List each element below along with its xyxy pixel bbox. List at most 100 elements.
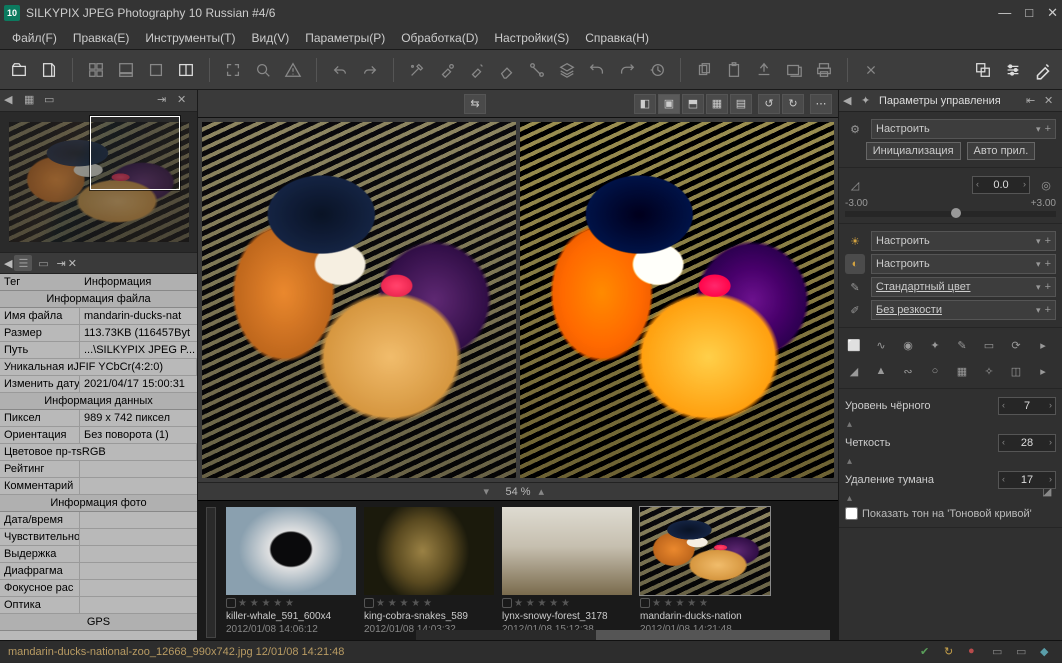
gear-icon[interactable]: ⚙ <box>845 119 865 139</box>
spotting-brush-icon[interactable] <box>436 59 458 81</box>
collapse-icon[interactable]: ⇥ <box>157 93 173 109</box>
rotate-right-icon[interactable] <box>616 59 638 81</box>
brush-icon[interactable]: ✎ <box>953 336 971 354</box>
target-icon[interactable]: ◎ <box>1036 175 1056 195</box>
sync-view-icon[interactable]: ⇆ <box>464 94 486 114</box>
zoom-tool-icon[interactable] <box>252 59 274 81</box>
filmstrip-hscroll[interactable] <box>416 630 830 640</box>
rotate-left-icon[interactable] <box>586 59 608 81</box>
rotate-ccw-icon[interactable]: ↺ <box>758 94 780 114</box>
maximize-button[interactable]: □ <box>1025 5 1033 21</box>
panel-prev-icon[interactable]: ◀ <box>843 94 857 108</box>
folder-tab-icon[interactable]: ▭ <box>34 255 52 271</box>
crop-icon[interactable]: ◫ <box>1007 362 1025 380</box>
nav-prev-icon[interactable]: ◀ <box>4 93 20 109</box>
exposure-value[interactable]: 0.0 <box>972 176 1030 194</box>
wb-combo[interactable]: Настроить▾+ <box>871 231 1056 251</box>
compare-extra-icon[interactable]: ▤ <box>730 94 752 114</box>
more-icon[interactable]: ▸ <box>1034 336 1052 354</box>
black-value[interactable]: 7 <box>998 397 1056 415</box>
menu-process[interactable]: Обработка(D) <box>395 29 484 47</box>
batch-develop-icon[interactable] <box>783 59 805 81</box>
gradient-icon[interactable]: ◢ <box>845 362 863 380</box>
warning-icon[interactable] <box>282 59 304 81</box>
navigator-viewport[interactable] <box>90 116 180 190</box>
copy-settings-icon[interactable] <box>693 59 715 81</box>
thumb-image[interactable] <box>640 507 770 595</box>
sharpen-brush-icon[interactable]: ✐ <box>845 300 865 320</box>
status-rotate-icon[interactable]: ↻ <box>944 645 958 659</box>
collapse-icon-2[interactable]: ⇥ <box>56 257 65 270</box>
menu-settings[interactable]: Настройки(S) <box>488 29 575 47</box>
develop-icon[interactable] <box>860 59 882 81</box>
layers-icon[interactable] <box>556 59 578 81</box>
status-rect-icon[interactable]: ▭ <box>992 645 1006 659</box>
fish-icon[interactable]: ∾ <box>899 362 917 380</box>
thumb-image[interactable] <box>226 507 356 595</box>
wand2-icon[interactable]: ✧ <box>980 362 998 380</box>
preset-combo[interactable]: Настроить▾+ <box>871 119 1056 139</box>
eyedropper-brush-icon[interactable] <box>1032 59 1054 81</box>
compare-top-icon[interactable]: ⬒ <box>682 94 704 114</box>
rotate-icon[interactable]: ⟳ <box>1007 336 1025 354</box>
panel-collapse-icon[interactable]: ⇤ <box>1026 94 1040 108</box>
panel-close-icon[interactable]: ✕ <box>177 93 193 109</box>
thumb-image[interactable] <box>502 507 632 595</box>
preview-area[interactable] <box>198 118 838 482</box>
info-tab-icon[interactable]: ☰ <box>14 255 32 271</box>
close-button[interactable]: ✕ <box>1047 5 1058 21</box>
hsl-icon[interactable]: ◉ <box>899 336 917 354</box>
menu-help[interactable]: Справка(H) <box>579 29 655 47</box>
navigator[interactable] <box>0 112 197 252</box>
redo-icon[interactable] <box>359 59 381 81</box>
contrast-icon[interactable]: ◐ <box>845 254 865 274</box>
thumb-item[interactable]: ★ ★ ★ ★ ★ killer-whale_591_600x4 2012/01… <box>226 507 356 638</box>
split-preview-icon[interactable] <box>175 59 197 81</box>
curve-icon[interactable]: ∿ <box>872 336 890 354</box>
menu-view[interactable]: Вид(V) <box>246 29 296 47</box>
sharp-combo[interactable]: Без резкости▾+ <box>871 300 1056 320</box>
color-combo[interactable]: Стандартный цвет▾+ <box>871 277 1056 297</box>
crop-path-icon[interactable] <box>526 59 548 81</box>
auto-adjust-icon[interactable] <box>406 59 428 81</box>
export-icon[interactable] <box>753 59 775 81</box>
zoom-out-icon[interactable]: ▾ <box>483 485 497 499</box>
filmstrip-vscroll[interactable] <box>206 507 216 638</box>
print-icon[interactable] <box>813 59 835 81</box>
sun-icon[interactable]: ☀ <box>845 231 865 251</box>
auto-button[interactable]: Авто прил. <box>967 142 1036 160</box>
exposure-slider[interactable] <box>845 211 1056 217</box>
history-icon[interactable] <box>646 59 668 81</box>
panel-close-icon[interactable]: ✕ <box>1044 94 1058 108</box>
eraser-icon[interactable] <box>496 59 518 81</box>
preview-more-icon[interactable]: ⋯ <box>810 94 832 114</box>
fit-screen-icon[interactable] <box>222 59 244 81</box>
circle-icon[interactable]: ○ <box>926 362 944 380</box>
detail-icon[interactable]: ✦ <box>926 336 944 354</box>
menu-edit[interactable]: Правка(E) <box>67 29 136 47</box>
show-tone-checkbox[interactable] <box>845 507 858 520</box>
dehaze-slider[interactable]: ▴ <box>847 493 857 504</box>
open-folder-icon[interactable] <box>8 59 30 81</box>
single-preview-icon[interactable] <box>145 59 167 81</box>
thumb-item[interactable]: ★ ★ ★ ★ ★ mandarin-ducks-nation 2012/01/… <box>640 507 770 638</box>
black-slider[interactable]: ▴ <box>847 419 857 430</box>
menu-params[interactable]: Параметры(P) <box>299 29 391 47</box>
minimize-button[interactable]: — <box>998 5 1011 21</box>
dehaze-value[interactable]: 17 <box>998 471 1056 489</box>
tone-combo[interactable]: Настроить▾+ <box>871 254 1056 274</box>
menu-tools[interactable]: Инструменты(T) <box>139 29 241 47</box>
status-page-icon[interactable]: ▭ <box>1016 645 1030 659</box>
nav-thumb-icon[interactable]: ▦ <box>24 93 40 109</box>
undo-icon[interactable] <box>329 59 351 81</box>
status-error-icon[interactable]: ● <box>968 645 982 659</box>
preview-after[interactable] <box>520 122 834 478</box>
zoom-in-icon[interactable]: ▴ <box>539 485 553 499</box>
grid2-icon[interactable]: ▦ <box>953 362 971 380</box>
exposure-icon[interactable]: ◿ <box>845 175 865 195</box>
paste-settings-icon[interactable] <box>723 59 745 81</box>
clarity-slider[interactable]: ▴ <box>847 456 857 467</box>
clone-window-icon[interactable] <box>972 59 994 81</box>
nav-folder-icon[interactable]: ▭ <box>44 93 60 109</box>
histogram-icon[interactable]: ⬜ <box>845 336 863 354</box>
